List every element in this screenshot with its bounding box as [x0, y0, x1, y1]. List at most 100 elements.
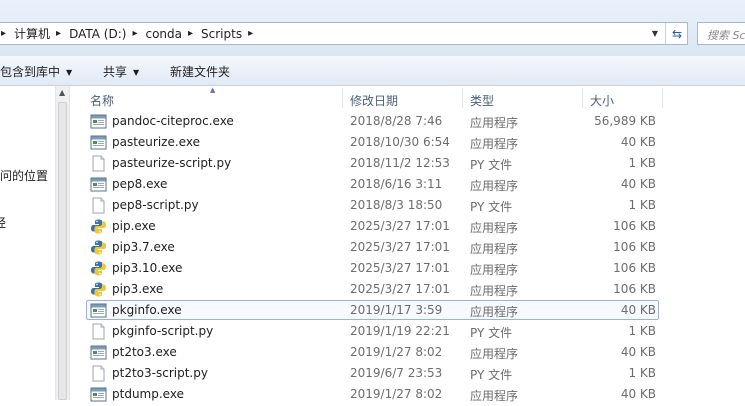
file-date-modified: 2019/1/27 8:02: [350, 387, 443, 401]
file-size: 106 KB: [613, 240, 656, 254]
file-row[interactable]: pt2to3.exe 2019/1/27 8:02 应用程序 40 KB: [72, 342, 745, 363]
column-header-type[interactable]: 类型: [470, 92, 494, 109]
file-name[interactable]: ptdump.exe: [112, 387, 184, 401]
file-row[interactable]: pt2to3-script.py 2019/6/7 23:53 PY 文件 1 KB: [72, 363, 745, 384]
file-row[interactable]: pkginfo-script.py 2019/1/19 22:21 PY 文件 1 K…: [72, 321, 745, 342]
file-size: 40 KB: [620, 303, 656, 317]
file-date-modified: 2025/3/27 17:01: [350, 282, 450, 296]
breadcrumb-item-scripts[interactable]: Scripts ▸: [201, 27, 261, 41]
column-divider[interactable]: [582, 88, 583, 108]
file-size: 40 KB: [620, 345, 656, 359]
column-divider[interactable]: [462, 88, 463, 108]
file-row[interactable]: pip3.7.exe 2025/3/27 17:01 应用程序 106 KB: [72, 237, 745, 258]
navigation-scrollbar[interactable]: ▲: [56, 86, 70, 400]
file-type: 应用程序: [470, 389, 519, 403]
chevron-right-icon[interactable]: ▸: [248, 28, 253, 39]
file-size: 1 KB: [628, 366, 656, 380]
file-name[interactable]: pandoc-citeproc.exe: [112, 114, 234, 128]
file-name[interactable]: pip3.10.exe: [112, 261, 182, 275]
column-divider[interactable]: [342, 88, 343, 108]
search-input[interactable]: 搜索 Scripts: [697, 22, 745, 45]
file-date-modified: 2018/11/2 12:53: [350, 156, 450, 170]
file-type: PY 文件: [470, 158, 513, 172]
chevron-right-icon[interactable]: ▸: [56, 28, 61, 39]
breadcrumb-item-data-drive[interactable]: DATA (D:) ▸: [69, 27, 145, 41]
file-name[interactable]: pt2to3-script.py: [112, 366, 208, 380]
file-date-modified: 2019/6/7 23:53: [350, 366, 443, 380]
nav-item-recent-places[interactable]: 问的位置: [0, 167, 48, 184]
file-row[interactable]: pep8.exe 2018/6/16 3:11 应用程序 40 KB: [72, 174, 745, 195]
file-type: 应用程序: [470, 137, 519, 151]
file-name[interactable]: pip.exe: [112, 219, 156, 233]
exe-window-icon: [90, 134, 107, 151]
file-type: 应用程序: [470, 347, 519, 361]
scroll-up-icon[interactable]: ▲: [59, 88, 65, 97]
python-icon: [90, 260, 107, 277]
file-name[interactable]: pep8.exe: [112, 177, 167, 191]
column-header-name[interactable]: 名称: [90, 92, 114, 109]
blank-file-icon: [90, 197, 107, 214]
address-bar[interactable]: ▸ 计算机 ▸ DATA (D:) ▸ conda ▸ Scripts ▸ ▼ …: [0, 22, 688, 45]
refresh-button[interactable]: ⇆: [665, 23, 688, 44]
chevron-right-icon: ▸: [1, 28, 7, 39]
python-icon: [90, 281, 107, 298]
new-folder-button[interactable]: 新建文件夹: [170, 63, 230, 80]
address-bar-row: ▸ 计算机 ▸ DATA (D:) ▸ conda ▸ Scripts ▸ ▼ …: [0, 0, 745, 56]
column-divider[interactable]: [662, 88, 663, 108]
chevron-right-icon[interactable]: ▸: [188, 28, 193, 39]
file-row[interactable]: pep8-script.py 2018/8/3 18:50 PY 文件 1 KB: [72, 195, 745, 216]
file-row[interactable]: pip3.exe 2025/3/27 17:01 应用程序 106 KB: [72, 279, 745, 300]
file-name[interactable]: pasteurize-script.py: [112, 156, 231, 170]
file-size: 40 KB: [620, 177, 656, 191]
file-name[interactable]: pip3.7.exe: [112, 240, 175, 254]
breadcrumb-label: 计算机: [14, 27, 51, 41]
file-date-modified: 2025/3/27 17:01: [350, 261, 450, 275]
breadcrumb-root-chevron[interactable]: ▸: [0, 28, 14, 39]
python-icon: [90, 218, 107, 235]
breadcrumb-item-computer[interactable]: 计算机 ▸: [14, 25, 69, 42]
exe-window-icon: [90, 386, 107, 403]
file-row[interactable]: pkginfo.exe 2019/1/17 3:59 应用程序 40 KB: [72, 300, 745, 321]
address-history-dropdown[interactable]: ▼: [647, 23, 663, 44]
breadcrumb-label: DATA (D:): [69, 26, 127, 41]
include-in-library-label: 包含到库中: [0, 65, 61, 79]
file-row[interactable]: pip3.10.exe 2025/3/27 17:01 应用程序 106 KB: [72, 258, 745, 279]
breadcrumb-item-conda[interactable]: conda ▸: [145, 27, 201, 41]
share-label: 共享: [103, 65, 128, 79]
file-name[interactable]: pkginfo.exe: [112, 303, 182, 317]
file-size: 106 KB: [613, 261, 656, 275]
breadcrumb: ▸ 计算机 ▸ DATA (D:) ▸ conda ▸ Scripts ▸: [0, 23, 261, 44]
file-type: 应用程序: [470, 179, 519, 193]
file-size: 1 KB: [628, 198, 656, 212]
file-row[interactable]: ptdump.exe 2019/1/27 8:02 应用程序 40 KB: [72, 384, 745, 405]
file-row[interactable]: pasteurize.exe 2018/10/30 6:54 应用程序 40 KB: [72, 132, 745, 153]
file-row[interactable]: pasteurize-script.py 2018/11/2 12:53 PY 文件…: [72, 153, 745, 174]
column-headers: ▲ 名称 修改日期 类型 大小: [72, 86, 745, 111]
file-type: 应用程序: [470, 116, 519, 130]
file-name[interactable]: pkginfo-script.py: [112, 324, 213, 338]
new-folder-label: 新建文件夹: [170, 65, 231, 79]
file-name[interactable]: pip3.exe: [112, 282, 163, 296]
file-name[interactable]: pep8-script.py: [112, 198, 199, 212]
file-date-modified: 2019/1/17 3:59: [350, 303, 443, 317]
file-size: 40 KB: [620, 135, 656, 149]
refresh-icon: ⇆: [671, 26, 683, 41]
include-in-library-button[interactable]: 包含到库中 ▼: [0, 63, 72, 80]
sort-ascending-icon: ▲: [210, 86, 216, 94]
file-row[interactable]: pandoc-citeproc.exe 2018/8/28 7:46 应用程序 56,…: [72, 111, 745, 132]
share-button[interactable]: 共享 ▼: [103, 63, 139, 80]
column-header-date-modified[interactable]: 修改日期: [350, 92, 398, 109]
file-list: pandoc-citeproc.exe 2018/8/28 7:46 应用程序 56,…: [72, 111, 745, 405]
file-name[interactable]: pasteurize.exe: [112, 135, 200, 149]
column-header-size[interactable]: 大小: [590, 92, 614, 109]
file-type: PY 文件: [470, 326, 513, 340]
caret-down-icon: ▼: [133, 68, 140, 77]
file-size: 56,989 KB: [594, 114, 656, 128]
chevron-right-icon[interactable]: ▸: [132, 28, 137, 39]
file-row[interactable]: pip.exe 2025/3/27 17:01 应用程序 106 KB: [72, 216, 745, 237]
file-name[interactable]: pt2to3.exe: [112, 345, 177, 359]
navigation-pane: 问的位置 经: [0, 86, 56, 400]
file-date-modified: 2019/1/27 8:02: [350, 345, 443, 359]
nav-item-partial[interactable]: 经: [0, 214, 6, 231]
scrollbar-thumb[interactable]: [58, 102, 67, 400]
